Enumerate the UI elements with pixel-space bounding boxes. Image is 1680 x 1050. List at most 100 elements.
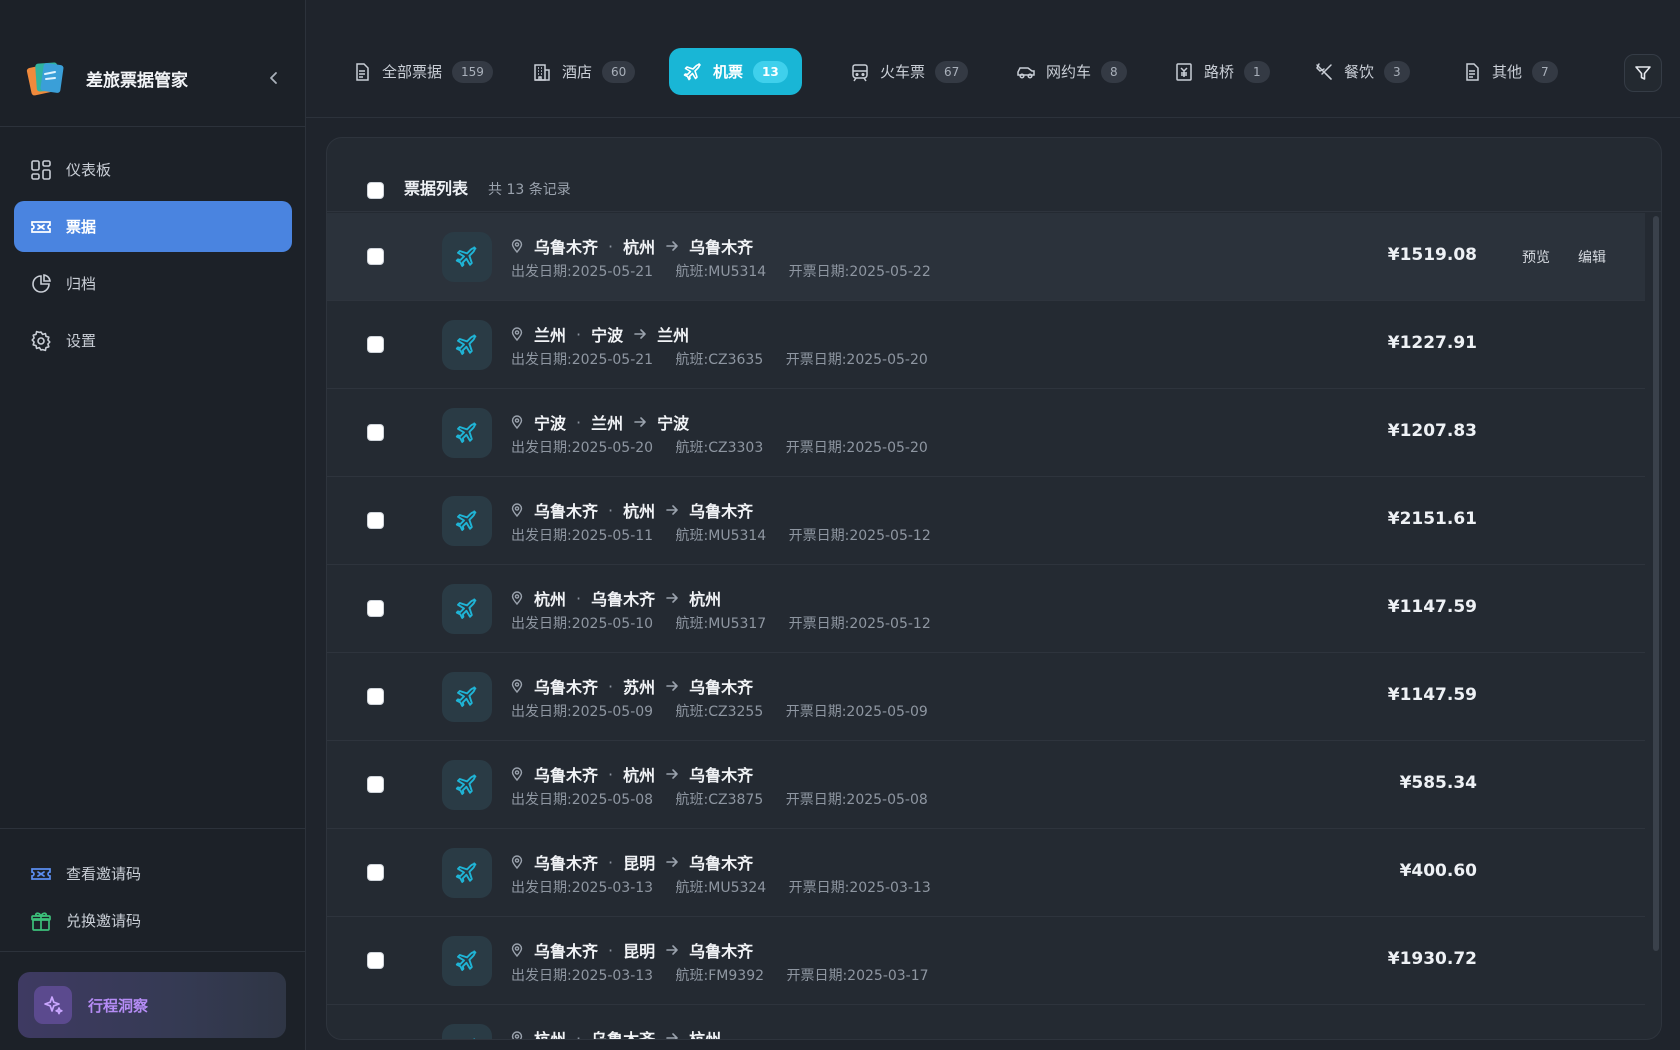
row-checkbox[interactable] (367, 512, 384, 529)
row-checkbox[interactable] (367, 688, 384, 705)
flight-type-badge (442, 760, 492, 810)
tab-label: 餐饮 (1344, 63, 1375, 81)
route-destination: 乌鲁木齐 (689, 238, 754, 257)
ticket-row[interactable]: 宁波 · 兰州 宁波 出发日期:2025-05-20 航班:CZ3303 开票日… (327, 389, 1645, 477)
tab-count-badge: 1 (1244, 60, 1270, 83)
plane-icon (683, 62, 703, 82)
view-invite-code-label: 查看邀请码 (66, 865, 142, 883)
flight-type-badge (442, 672, 492, 722)
plane-icon (455, 246, 477, 267)
departure-date: 出发日期:2025-05-08 (511, 792, 654, 808)
route-from: 杭州 (534, 1030, 567, 1040)
ticket-row[interactable]: 杭州 · 乌鲁木齐 杭州 (327, 1005, 1645, 1040)
sidebar-item-label: 仪表板 (66, 161, 112, 179)
route: 乌鲁木齐 · 昆明 乌鲁木齐 (510, 938, 753, 962)
sidebar-item-archive[interactable]: 归档 (14, 258, 292, 309)
issue-date: 开票日期:2025-05-12 (788, 616, 931, 632)
edit-button[interactable]: 编辑 (1578, 250, 1606, 266)
tab-label: 火车票 (880, 63, 926, 81)
tab-train[interactable]: 火车票 67 (836, 48, 982, 95)
utensils-icon (1314, 62, 1334, 82)
ticket-row[interactable]: 乌鲁木齐 · 昆明 乌鲁木齐 出发日期:2025-03-13 航班:MU5324… (327, 829, 1645, 917)
tab-flight[interactable]: 机票 13 (669, 48, 802, 95)
ticket-row[interactable]: 杭州 · 乌鲁木齐 杭州 出发日期:2025-05-10 航班:MU5317 开… (327, 565, 1645, 653)
ticket-row[interactable]: 乌鲁木齐 · 苏州 乌鲁木齐 出发日期:2025-05-09 航班:CZ3255… (327, 653, 1645, 741)
tab-label: 机票 (713, 63, 744, 81)
preview-button[interactable]: 预览 (1522, 250, 1550, 266)
departure-date: 出发日期:2025-05-09 (511, 704, 654, 720)
ticket-row[interactable]: 兰州 · 宁波 兰州 出发日期:2025-05-21 航班:CZ3635 开票日… (327, 301, 1645, 389)
ticket-row[interactable]: 乌鲁木齐 · 杭州 乌鲁木齐 出发日期:2025-05-21 航班:MU5314… (327, 213, 1645, 301)
redeem-invite-code-link[interactable]: 兑换邀请码 (30, 897, 280, 944)
tab-ride-hailing[interactable]: 网约车 8 (1002, 48, 1141, 95)
ticket-row[interactable]: 乌鲁木齐 · 昆明 乌鲁木齐 出发日期:2025-03-13 航班:FM9392… (327, 917, 1645, 1005)
ticket-row[interactable]: 乌鲁木齐 · 杭州 乌鲁木齐 出发日期:2025-05-11 航班:MU5314… (327, 477, 1645, 565)
car-icon (1016, 62, 1036, 82)
sidebar-item-tickets[interactable]: 票据 (14, 201, 292, 252)
row-checkbox[interactable] (367, 776, 384, 793)
trip-insight-label: 行程洞察 (88, 996, 149, 1015)
location-pin-icon (510, 239, 524, 253)
row-checkbox[interactable] (367, 424, 384, 441)
tab-other[interactable]: 其他 7 (1448, 48, 1572, 95)
tab-hotel[interactable]: 酒店 60 (518, 48, 649, 95)
route-to: 杭州 (623, 238, 656, 257)
route-from: 乌鲁木齐 (534, 678, 599, 697)
filter-icon (1635, 66, 1651, 80)
filter-button[interactable] (1624, 54, 1662, 92)
select-all-checkbox[interactable] (367, 182, 384, 199)
document-icon (352, 62, 372, 82)
ticket-price: ¥1147.59 (1387, 685, 1477, 705)
flight-number: 航班:CZ3303 (675, 440, 764, 456)
train-icon (850, 62, 870, 82)
list-scrollbar[interactable] (1653, 216, 1659, 951)
location-pin-icon (510, 591, 524, 605)
route-destination: 乌鲁木齐 (689, 766, 754, 785)
route: 乌鲁木齐 · 昆明 乌鲁木齐 (510, 850, 753, 874)
ticket-icon (30, 863, 52, 885)
route-separator: · (608, 852, 614, 872)
flight-number: 航班:MU5314 (675, 264, 767, 280)
sidebar-item-dashboard[interactable]: 仪表板 (14, 144, 292, 195)
sidebar-divider (0, 828, 306, 829)
trip-insight-button[interactable]: 行程洞察 (18, 972, 286, 1038)
ticket-row[interactable]: 乌鲁木齐 · 杭州 乌鲁木齐 出发日期:2025-05-08 航班:CZ3875… (327, 741, 1645, 829)
route-from: 乌鲁木齐 (534, 766, 599, 785)
route: 宁波 · 兰州 宁波 (510, 410, 689, 434)
location-pin-icon (510, 855, 524, 869)
row-checkbox[interactable] (367, 248, 384, 265)
tab-dining[interactable]: 餐饮 3 (1300, 48, 1424, 95)
tab-toll[interactable]: 路桥 1 (1160, 48, 1284, 95)
ticket-rows: 乌鲁木齐 · 杭州 乌鲁木齐 出发日期:2025-05-21 航班:MU5314… (327, 213, 1645, 1040)
route-destination: 杭州 (689, 1030, 722, 1040)
sidebar-item-settings[interactable]: 设置 (14, 315, 292, 366)
departure-date: 出发日期:2025-05-11 (511, 528, 654, 544)
ticket-meta: 出发日期:2025-05-21 航班:CZ3635 开票日期:2025-05-2… (511, 349, 946, 369)
tab-count-badge: 60 (602, 60, 636, 83)
row-checkbox[interactable] (367, 864, 384, 881)
collapse-sidebar-button[interactable] (262, 66, 286, 90)
ticket-icon (30, 216, 52, 238)
view-invite-code-link[interactable]: 查看邀请码 (30, 850, 280, 897)
issue-date: 开票日期:2025-03-13 (788, 880, 931, 896)
dashboard-icon (30, 159, 52, 181)
route: 乌鲁木齐 · 杭州 乌鲁木齐 (510, 234, 753, 258)
ticket-list-panel: 票据列表 共 13 条记录 乌鲁木齐 · 杭州 乌鲁木齐 出发日期:2025-0… (326, 137, 1662, 1040)
arrow-right-icon (664, 502, 680, 518)
row-checkbox[interactable] (367, 600, 384, 617)
route-to: 昆明 (623, 942, 656, 961)
route-to: 宁波 (591, 326, 624, 345)
row-checkbox[interactable] (367, 952, 384, 969)
route-separator: · (576, 412, 582, 432)
route-separator: · (608, 940, 614, 960)
arrow-right-icon (664, 942, 680, 958)
ticket-list-title: 票据列表 (404, 179, 469, 198)
route-from: 乌鲁木齐 (534, 238, 599, 257)
row-checkbox[interactable] (367, 336, 384, 353)
flight-type-badge (442, 936, 492, 986)
ticket-list-header: 票据列表 共 13 条记录 (327, 138, 1661, 212)
plane-icon (455, 686, 477, 707)
issue-date: 开票日期:2025-05-20 (785, 352, 928, 368)
tab-all[interactable]: 全部票据 159 (338, 48, 507, 95)
route: 兰州 · 宁波 兰州 (510, 322, 689, 346)
